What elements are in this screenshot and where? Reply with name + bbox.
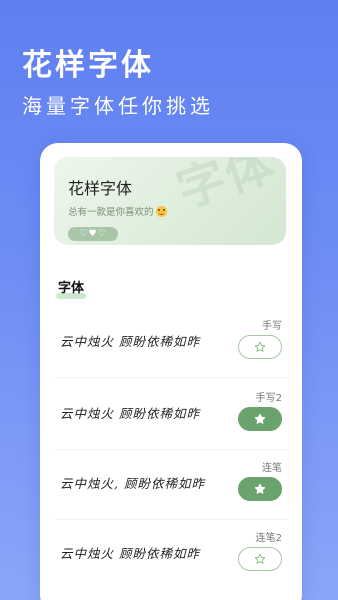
star-icon — [254, 341, 266, 352]
phone-preview: 字体 花样字体 总有一款是你喜欢的 ♡♥♡ 字体 云中烛火 顾盼依稀如昨 手写 云中… — [40, 143, 302, 600]
font-list-item[interactable]: 云中烛火 顾盼依稀如昨 手写2 — [50, 385, 292, 445]
font-name-label: 手写2 — [255, 393, 282, 404]
favorite-button[interactable] — [238, 407, 282, 431]
font-sample-text: 云中烛火 顾盼依稀如昨 — [60, 546, 200, 561]
font-name-label: 手写 — [262, 321, 282, 332]
banner-hearts-badge: ♡♥♡ — [68, 227, 118, 241]
favorite-button[interactable] — [238, 547, 282, 571]
favorite-button[interactable] — [238, 477, 282, 501]
font-sample-text: 云中烛火, 顾盼依稀如昨 — [60, 476, 205, 491]
banner-title: 花样字体 — [68, 179, 133, 198]
font-sample-text: 云中烛火 顾盼依稀如昨 — [60, 334, 200, 349]
star-icon — [254, 553, 266, 564]
font-name-label: 连笔2 — [255, 533, 282, 544]
star-icon — [254, 413, 266, 424]
list-divider — [54, 449, 288, 450]
font-list-item[interactable]: 云中烛火 顾盼依稀如昨 连笔2 — [50, 525, 292, 585]
list-divider — [54, 377, 288, 378]
font-list-item[interactable]: 云中烛火 顾盼依稀如昨 手写 — [50, 313, 292, 373]
banner-description: 总有一款是你喜欢的 — [68, 204, 167, 218]
font-name-label: 连笔 — [262, 463, 282, 474]
banner-watermark: 字体 — [170, 157, 283, 220]
font-list-item[interactable]: 云中烛火, 顾盼依稀如昨 连笔 — [50, 455, 292, 515]
font-sample-text: 云中烛火 顾盼依稀如昨 — [60, 406, 200, 421]
smile-emoji-icon — [155, 206, 167, 217]
banner-description-text: 总有一款是你喜欢的 — [68, 207, 154, 218]
tab-fonts[interactable]: 字体 — [58, 277, 84, 296]
list-divider — [54, 519, 288, 520]
star-icon — [254, 483, 266, 494]
page-header-subtitle: 海量字体任你挑选 — [22, 94, 214, 118]
page-header-title: 花样字体 — [22, 48, 154, 83]
favorite-button[interactable] — [238, 335, 282, 359]
promo-banner[interactable]: 字体 花样字体 总有一款是你喜欢的 ♡♥♡ — [54, 157, 286, 245]
